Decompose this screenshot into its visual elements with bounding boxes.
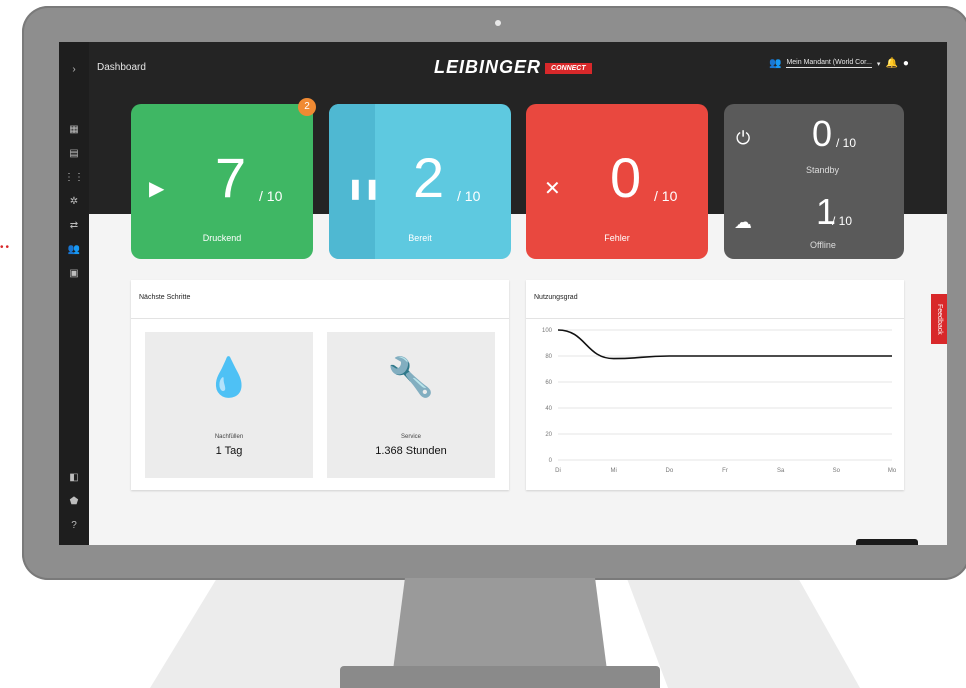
page-title: Dashboard — [97, 62, 146, 73]
app-screen: › ▦ ▤ ⋮⋮ ✲ ⇄ 👥 ▣ ◧ ⬟ ? Dashboard LEIBING… — [59, 42, 947, 545]
divider — [131, 318, 509, 319]
y-tick-label: 20 — [545, 432, 552, 438]
ready-label: Bereit — [408, 233, 432, 243]
leibinger-logo: LEIBINGER CONNECT — [434, 57, 592, 78]
logo-text: LEIBINGER — [434, 57, 542, 77]
play-icon: ▶ — [149, 178, 165, 200]
expand-sidebar-icon[interactable]: › — [59, 62, 89, 78]
divider — [526, 318, 904, 319]
sidebar: › ▦ ▤ ⋮⋮ ✲ ⇄ 👥 ▣ ◧ ⬟ ? — [59, 42, 89, 545]
x-tick-label: Do — [665, 468, 673, 474]
book-icon[interactable]: ◧ — [59, 470, 89, 486]
ready-total: / 10 — [457, 188, 481, 204]
monitor-camera — [495, 20, 501, 26]
usage-line-chart: 100 80 60 40 20 0Di Mi Do Fr Sa So Mo — [542, 328, 897, 474]
ready-count: 2 — [413, 146, 445, 209]
bottom-dark-tab[interactable] — [856, 539, 918, 545]
x-tick-label: So — [833, 468, 841, 474]
service-value: 1.368 Stunden — [375, 445, 447, 457]
usage-series-line — [557, 329, 892, 360]
printing-label: Druckend — [202, 233, 242, 243]
error-total: / 10 — [654, 188, 678, 204]
decorative-dots: •• — [0, 242, 12, 253]
refill-tile[interactable]: 💧 Nachfüllen 1 Tag — [145, 332, 313, 478]
next-steps-title: Nächste Schritte — [139, 294, 191, 301]
feedback-tab[interactable]: Feedback — [931, 294, 947, 344]
refill-label: Nachfüllen — [214, 434, 244, 440]
service-tile[interactable]: 🔧 Service 1.368 Stunden — [327, 332, 495, 478]
bell-icon[interactable]: 🔔 — [885, 58, 897, 69]
next-steps-panel: Nächste Schritte 💧 Nachfüllen 1 Tag 🔧 Se… — [131, 280, 509, 490]
x-tick-label: Fr — [722, 468, 728, 474]
y-tick-label: 80 — [545, 354, 552, 360]
offline-total: / 10 — [832, 214, 853, 228]
refill-value: 1 Tag — [215, 445, 243, 457]
y-tick-label: 60 — [545, 380, 552, 386]
x-tick-label: Sa — [777, 468, 785, 474]
grid-icon[interactable]: ⋮⋮ — [59, 170, 89, 186]
error-label: Fehler — [604, 233, 630, 243]
offline-label: Offline — [810, 240, 836, 250]
group-icon: 👥 — [769, 58, 782, 69]
printing-total: / 10 — [259, 188, 283, 204]
service-label: Service — [400, 434, 421, 440]
ready-card[interactable]: ❚❚ 2 / 10 Bereit — [329, 104, 511, 259]
pause-icon: ❚❚ — [347, 178, 381, 200]
x-tick-label: Mi — [610, 468, 616, 474]
x-tick-label: Di — [555, 468, 561, 474]
standby-offline-card[interactable]: ⏻ 0 / 10 Standby ☁ 1 / 10 Offline — [724, 104, 904, 259]
monitor-stand-foot — [340, 666, 660, 688]
usage-title: Nutzungsgrad — [534, 294, 578, 301]
standby-count: 0 — [812, 113, 833, 154]
drop-icon: 💧 — [205, 357, 253, 399]
save-icon[interactable]: ▣ — [59, 266, 89, 282]
printing-count: 7 — [215, 146, 247, 209]
chevron-down-icon: ▾ — [876, 60, 881, 68]
y-tick-label: 40 — [545, 406, 552, 412]
monitor-stand-neck — [392, 578, 608, 678]
power-icon: ⏻ — [736, 128, 751, 148]
printing-card[interactable]: ▶ 7 / 10 Druckend — [131, 104, 313, 259]
notification-badge: 2 — [298, 98, 316, 116]
x-tick-label: Mo — [888, 468, 897, 474]
usage-panel: Nutzungsgrad 100 80 60 40 20 0 Di Mi Do Fr Sa So Mo — [526, 280, 904, 490]
account-icon[interactable]: ● — [903, 58, 909, 69]
settings-icon[interactable]: ✲ — [59, 194, 89, 210]
error-card[interactable]: ✕ 0 / 10 Fehler — [526, 104, 708, 259]
cloud-off-icon: ☁ — [734, 212, 752, 232]
y-tick-label: 0 — [549, 458, 553, 464]
close-icon: ✕ — [544, 178, 561, 200]
shield-icon[interactable]: ⬟ — [59, 494, 89, 510]
printer-icon[interactable]: ▤ — [59, 146, 89, 162]
y-tick-label: 100 — [542, 328, 553, 334]
standby-label: Standby — [806, 165, 840, 175]
error-count: 0 — [610, 146, 642, 209]
users-icon[interactable]: 👥 — [59, 242, 89, 258]
wrench-icon: 🔧 — [387, 357, 435, 399]
tenant-selector[interactable]: 👥 Mein Mandant (World Cor... ▾ 🔔 ● — [769, 58, 909, 69]
tenant-name: Mein Mandant (World Cor... — [786, 59, 872, 68]
network-icon[interactable]: ⇄ — [59, 218, 89, 234]
dashboard-icon[interactable]: ▦ — [59, 122, 89, 138]
logo-badge: CONNECT — [545, 62, 592, 74]
standby-total: / 10 — [836, 136, 857, 150]
help-icon[interactable]: ? — [59, 518, 89, 534]
